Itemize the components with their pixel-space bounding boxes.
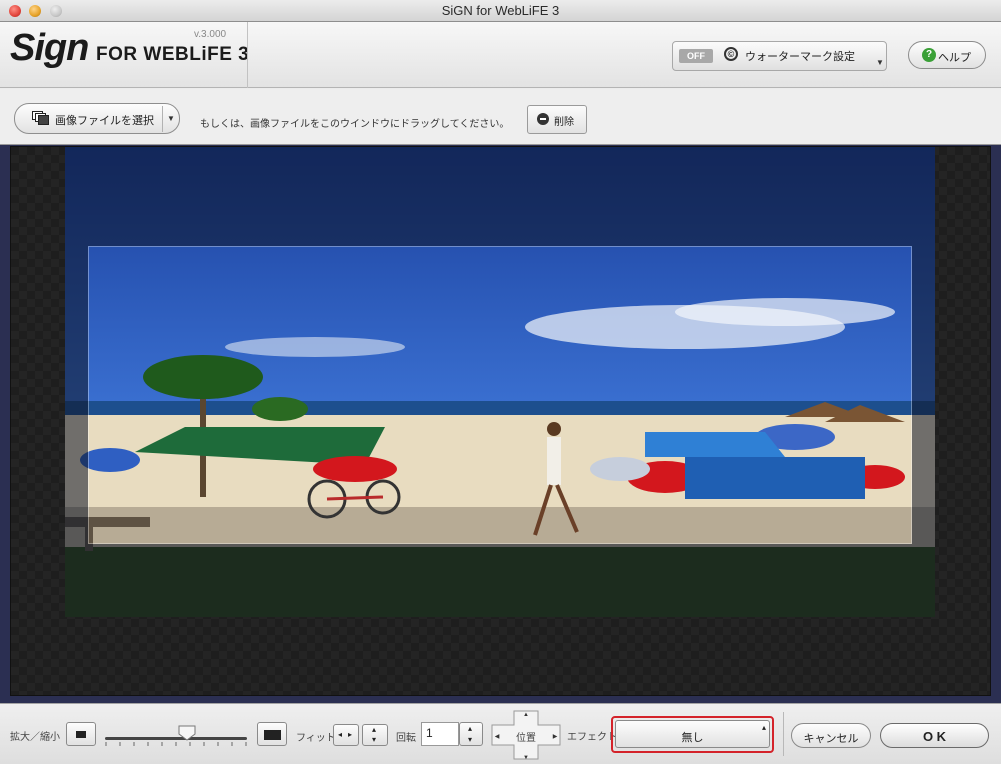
- minus-circle-icon: [537, 113, 549, 125]
- app-logo-subtitle: FOR WEBLiFE 3: [96, 44, 250, 65]
- help-label: ヘルプ: [938, 52, 971, 64]
- select-button-divider: [162, 106, 163, 132]
- zoom-out-button[interactable]: [66, 722, 96, 746]
- zoom-slider[interactable]: [105, 737, 247, 740]
- title-bar: SiGN for WebLiFE 3: [0, 0, 1001, 22]
- cancel-button[interactable]: キャンセル: [791, 723, 871, 748]
- zoom-window-icon[interactable]: [50, 5, 62, 17]
- small-rect-icon: [76, 731, 86, 738]
- zoom-in-button[interactable]: [257, 722, 287, 746]
- rotate-label: 回転: [396, 733, 416, 744]
- position-label: 位置: [516, 733, 536, 744]
- large-rect-icon: [264, 730, 281, 740]
- ok-button[interactable]: O K: [880, 723, 989, 748]
- fit-vertical-button[interactable]: ▴ ▾: [362, 724, 388, 746]
- effect-value: 無し: [681, 732, 704, 744]
- chevron-down-icon[interactable]: ▼: [167, 114, 175, 123]
- beach-photo-image: [65, 147, 935, 617]
- arrow-up-icon: ▴: [372, 725, 377, 734]
- svg-text:▲: ▲: [523, 712, 529, 718]
- zoom-slider-knob[interactable]: [178, 725, 196, 741]
- zoom-label: 拡大／縮小: [10, 732, 60, 743]
- version-label: v.3.000: [194, 29, 227, 40]
- delete-label: 削除: [554, 117, 574, 128]
- close-window-icon[interactable]: [9, 5, 21, 17]
- drag-hint-text: もしくは、画像ファイルをこのウインドウにドラッグしてください。: [200, 119, 510, 130]
- arrow-left-icon: ◂: [338, 730, 343, 739]
- beach-photo[interactable]: [65, 147, 935, 617]
- copyright-icon: ©: [724, 47, 738, 61]
- arrow-down-icon: ▾: [372, 735, 377, 744]
- svg-text:◀: ◀: [495, 734, 500, 740]
- arrow-right-icon: ▸: [348, 730, 353, 739]
- minimize-window-icon[interactable]: [29, 5, 41, 17]
- rotate-input[interactable]: 1: [421, 722, 459, 746]
- header-divider: [247, 22, 248, 88]
- rotate-stepper[interactable]: ▴ ▾: [459, 722, 483, 746]
- arrow-down-icon[interactable]: ▾: [468, 735, 472, 744]
- help-icon: ?: [922, 48, 936, 62]
- svg-text:▼: ▼: [523, 755, 529, 760]
- chevron-down-icon[interactable]: ▼: [876, 58, 884, 67]
- watermark-toggle[interactable]: OFF: [679, 49, 713, 63]
- cancel-label: キャンセル: [803, 733, 859, 745]
- watermark-settings-label: ウォーターマーク設定: [745, 51, 855, 63]
- select-image-label: 画像ファイルを選択: [55, 115, 154, 127]
- image-stack-icon: [32, 111, 49, 125]
- app-logo: Sign: [10, 27, 89, 69]
- effect-label: エフェクト: [567, 732, 617, 743]
- fit-horizontal-button[interactable]: ◂ ▸: [333, 724, 359, 746]
- bottom-divider: [783, 712, 784, 756]
- svg-text:▶: ▶: [553, 734, 558, 740]
- zoom-slider-ticks: [105, 742, 247, 746]
- window-title: SiGN for WebLiFE 3: [441, 3, 560, 18]
- arrow-up-icon[interactable]: ▴: [468, 724, 472, 733]
- ok-label: O K: [922, 729, 947, 744]
- fit-label: フィット: [296, 733, 336, 744]
